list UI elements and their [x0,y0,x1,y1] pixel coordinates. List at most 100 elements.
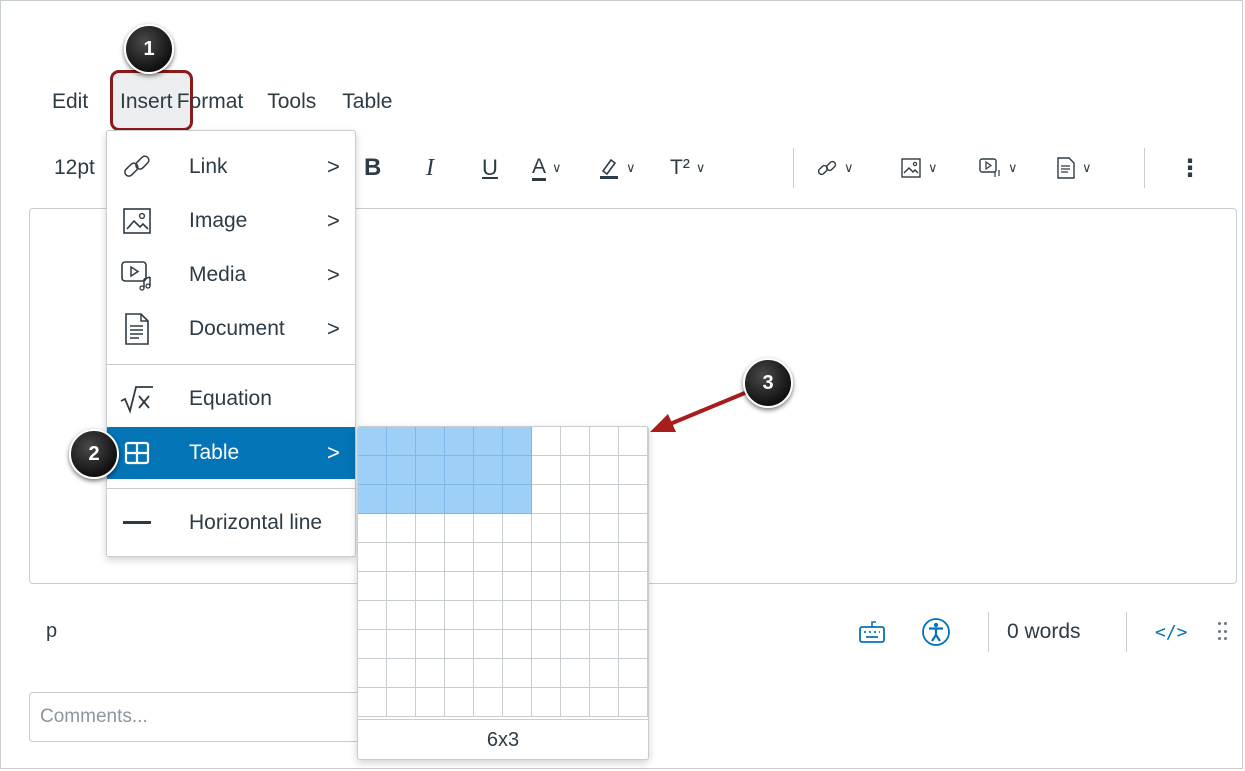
table-grid-cell[interactable] [387,456,416,485]
menu-item-media[interactable]: Media > [107,249,355,301]
image-toolbar-button[interactable]: ∨ [900,148,938,188]
document-toolbar-button[interactable]: ∨ [1056,148,1092,188]
comments-input[interactable]: Comments... [29,692,369,742]
text-color-button[interactable]: A ∨ [532,148,562,188]
bold-button[interactable]: B [364,148,381,188]
highlight-color-button[interactable]: ∨ [598,148,636,188]
table-grid-cell[interactable] [590,456,619,485]
keyboard-shortcuts-button[interactable] [858,612,886,652]
table-grid-cell[interactable] [619,572,648,601]
table-grid-cell[interactable] [416,543,445,572]
table-grid-cell[interactable] [561,601,590,630]
table-grid-cell[interactable] [387,688,416,717]
table-grid-cell[interactable] [445,456,474,485]
resize-handle[interactable] [1218,612,1230,652]
table-grid-cell[interactable] [590,688,619,717]
link-toolbar-button[interactable]: ∨ [816,148,854,188]
table-grid-cell[interactable] [503,543,532,572]
table-grid-cell[interactable] [416,630,445,659]
table-grid-cell[interactable] [532,427,561,456]
menu-tools[interactable]: Tools [262,86,321,118]
table-grid-cell[interactable] [387,427,416,456]
table-grid-cell[interactable] [445,572,474,601]
table-grid-cell[interactable] [416,427,445,456]
table-grid-cell[interactable] [532,572,561,601]
table-grid-cell[interactable] [503,485,532,514]
table-grid-cell[interactable] [474,514,503,543]
table-grid-cell[interactable] [561,485,590,514]
table-grid-cell[interactable] [532,543,561,572]
accessibility-checker-button[interactable] [921,612,951,652]
table-grid-cell[interactable] [590,514,619,543]
table-grid-cell[interactable] [561,659,590,688]
table-grid-cell[interactable] [503,601,532,630]
table-grid-cell[interactable] [416,659,445,688]
table-grid-cell[interactable] [358,659,387,688]
table-grid-cell[interactable] [445,485,474,514]
table-grid-cell[interactable] [358,688,387,717]
table-grid-cell[interactable] [590,630,619,659]
table-grid-cell[interactable] [474,456,503,485]
table-grid-cell[interactable] [503,659,532,688]
table-grid-cell[interactable] [416,456,445,485]
font-size-select[interactable]: 12pt [54,148,95,188]
table-grid-cell[interactable] [532,485,561,514]
table-grid-cell[interactable] [474,572,503,601]
table-grid-cell[interactable] [474,485,503,514]
table-grid-cell[interactable] [416,572,445,601]
table-grid-cell[interactable] [387,572,416,601]
table-grid-cell[interactable] [532,514,561,543]
table-grid-cell[interactable] [387,630,416,659]
table-grid-cell[interactable] [532,688,561,717]
menu-item-image[interactable]: Image > [107,195,355,247]
table-grid-cell[interactable] [358,485,387,514]
table-grid-cell[interactable] [445,601,474,630]
table-grid-cell[interactable] [561,543,590,572]
table-grid-cell[interactable] [445,659,474,688]
table-grid-cell[interactable] [387,514,416,543]
table-grid-cell[interactable] [358,601,387,630]
table-grid-cell[interactable] [619,543,648,572]
underline-button[interactable]: U [482,148,498,188]
table-grid-cell[interactable] [503,427,532,456]
more-toolbar-button[interactable]: ⋮ [1178,148,1202,188]
table-grid-cell[interactable] [416,514,445,543]
table-grid-cell[interactable] [532,601,561,630]
menu-insert[interactable]: Insert [120,86,173,118]
menu-item-link[interactable]: Link > [107,141,355,193]
table-grid-cell[interactable] [445,688,474,717]
table-grid-cell[interactable] [416,601,445,630]
italic-button[interactable]: I [426,148,434,188]
table-grid-cell[interactable] [532,630,561,659]
html-editor-toggle[interactable]: </> [1155,612,1188,652]
table-grid-cell[interactable] [416,485,445,514]
table-grid-cell[interactable] [619,456,648,485]
table-grid-cell[interactable] [532,456,561,485]
table-grid-cell[interactable] [619,659,648,688]
table-grid-cell[interactable] [358,456,387,485]
table-grid-cell[interactable] [590,427,619,456]
table-grid-cell[interactable] [445,514,474,543]
table-grid-cell[interactable] [561,688,590,717]
table-grid-cell[interactable] [358,630,387,659]
table-grid-cell[interactable] [503,456,532,485]
table-grid-cell[interactable] [387,543,416,572]
table-grid-cell[interactable] [503,688,532,717]
table-grid-cell[interactable] [358,514,387,543]
table-grid-cell[interactable] [503,514,532,543]
table-grid-cell[interactable] [561,456,590,485]
table-grid-cell[interactable] [590,659,619,688]
table-grid-cell[interactable] [590,543,619,572]
table-grid-cell[interactable] [619,688,648,717]
table-grid-cell[interactable] [503,630,532,659]
table-grid-cell[interactable] [445,630,474,659]
menu-format[interactable]: Format [172,86,249,118]
table-grid-cell[interactable] [619,630,648,659]
table-grid-cell[interactable] [503,572,532,601]
table-grid-cell[interactable] [561,514,590,543]
media-toolbar-button[interactable]: ∨ [978,148,1018,188]
table-grid-cell[interactable] [561,572,590,601]
table-grid-cell[interactable] [619,601,648,630]
menu-table[interactable]: Table [337,86,397,118]
table-grid-cell[interactable] [474,630,503,659]
